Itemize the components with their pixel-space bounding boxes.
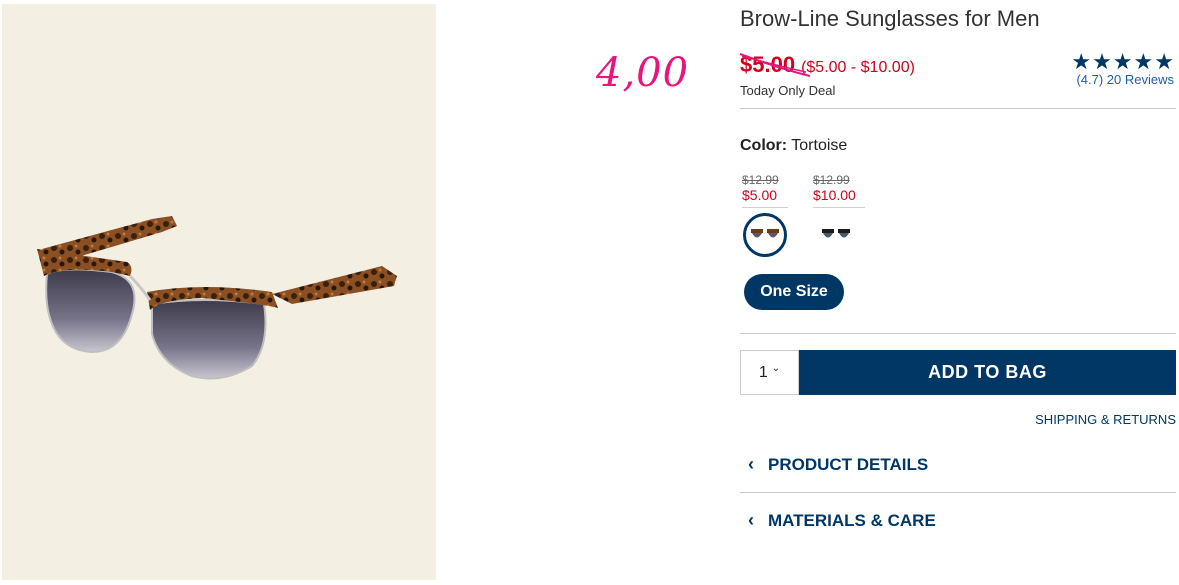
star-icon: ★ (1133, 49, 1154, 74)
accordion-label: PRODUCT DETAILS (768, 454, 929, 474)
color-label-key: Color: (740, 137, 788, 154)
stars: ★ ★ ★ ★ ★ (1056, 49, 1174, 74)
rating[interactable]: ★ ★ ★ ★ ★ (4.7) 20 Reviews (1056, 49, 1174, 88)
chevron-down-icon: ⌄ (771, 363, 781, 374)
reviews-link[interactable]: (4.7) 20 Reviews (1056, 72, 1174, 87)
swatch-divider (742, 207, 788, 208)
star-icon: ★ (1071, 49, 1092, 74)
rating-value: (4.7) (1076, 72, 1104, 87)
handwritten-strike-icon (739, 53, 811, 77)
chevron-left-icon: ‹ (748, 510, 754, 530)
reviews-count: 20 Reviews (1106, 72, 1174, 87)
star-icon: ★ (1112, 49, 1133, 74)
swatch-divider (813, 207, 865, 208)
divider (740, 108, 1176, 109)
shipping-returns-link[interactable]: SHIPPING & RETURNS (1000, 412, 1176, 427)
accordion-materials-care[interactable]: ‹ MATERIALS & CARE (748, 510, 936, 531)
star-icon: ★ (1092, 49, 1112, 74)
swatch-old-price: $12.99 (813, 173, 850, 187)
deal-label: Today Only Deal (740, 83, 836, 98)
swatch-old-price: $12.99 (742, 173, 779, 187)
sunglasses-illustration (37, 216, 397, 380)
quantity-value: 1 (758, 363, 768, 381)
color-label: Color: Tortoise (740, 137, 847, 155)
sale-price: $5.00 (739, 52, 811, 78)
accordion-product-details[interactable]: ‹ PRODUCT DETAILS (748, 454, 928, 475)
swatch-new-price: $10.00 (813, 187, 856, 203)
color-label-value: Tortoise (791, 137, 848, 154)
price-row: $5.00 ($5.00 - $10.00) (739, 52, 915, 78)
size-one-size-button[interactable]: One Size (744, 274, 844, 310)
star-icon: ★ (1154, 49, 1174, 74)
swatch-tortoise[interactable] (743, 213, 787, 257)
swatch-price-black: $12.99 $10.00 (813, 173, 873, 208)
quantity-select[interactable]: 1 ⌄ (740, 350, 799, 395)
swatch-price-tortoise: $12.99 $5.00 (742, 173, 802, 208)
sunglasses-tortoise-icon (751, 229, 779, 238)
handwritten-price-annotation: 4,00 (596, 50, 690, 96)
swatch-new-price: $5.00 (742, 187, 778, 203)
add-to-bag-button[interactable]: ADD TO BAG (799, 350, 1176, 395)
chevron-left-icon: ‹ (748, 454, 754, 474)
divider (740, 492, 1176, 493)
sunglasses-black-icon (822, 229, 850, 238)
price-range: ($5.00 - $10.00) (801, 59, 915, 76)
product-title: Brow-Line Sunglasses for Men (740, 6, 1040, 31)
swatch-black[interactable] (814, 213, 858, 257)
divider (740, 333, 1176, 334)
product-image[interactable] (2, 4, 436, 580)
accordion-label: MATERIALS & CARE (768, 510, 936, 530)
